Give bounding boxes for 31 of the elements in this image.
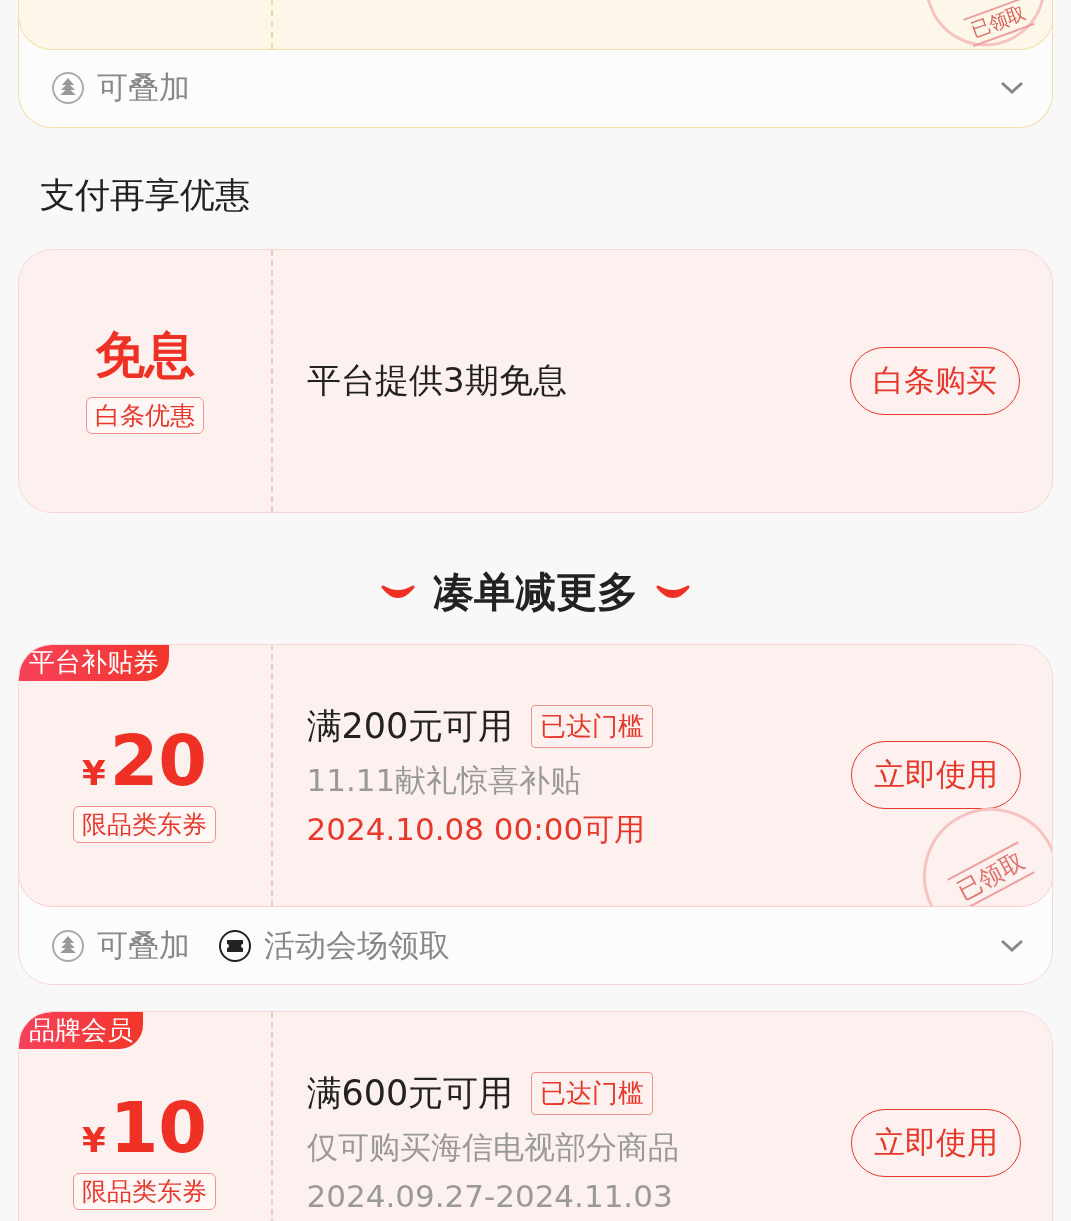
coupon-condition: 满200元可用 [306, 704, 514, 748]
stack-icon [51, 71, 85, 105]
section-title: 凑单减更多 [433, 566, 638, 618]
offer-description: 平台提供3期免息 [307, 358, 568, 402]
coupon-date: 2024.10.08 00:00可用 [306, 811, 647, 848]
coupon-condition: 满600元可用 [306, 1072, 514, 1116]
tag-label: 活动会场领取 [264, 925, 450, 965]
chevron-down-icon[interactable] [1000, 938, 1024, 953]
smile-icon [656, 584, 690, 600]
coupon-note: 11.11献礼惊喜补贴 [306, 760, 583, 800]
currency-symbol: ¥ [81, 1120, 106, 1160]
coupon-ribbon: 平台补贴券 [19, 644, 169, 681]
coupon-amount: 10 [109, 1093, 208, 1163]
coupon-note: 仅可购买海信电视部分商品 [306, 1128, 680, 1168]
threshold-badge: 已达门槛 [531, 704, 654, 748]
coupon-ribbon: 品牌会员 [19, 1012, 143, 1049]
coupon-type: 限品类东券 [73, 805, 216, 843]
coupon-amount: 20 [109, 725, 208, 796]
tag-label: 可叠加 [97, 68, 190, 107]
chevron-down-icon[interactable] [1000, 81, 1024, 95]
currency-symbol: ¥ [81, 752, 106, 793]
smile-icon [381, 584, 415, 600]
coupon-date: 2024.09.27-2024.11.03 [306, 1179, 674, 1215]
offer-badge: 白条优惠 [86, 396, 204, 434]
ticket-icon [218, 928, 252, 963]
tag-label: 可叠加 [97, 925, 190, 965]
section-title: 支付再享优惠 [40, 173, 251, 217]
offer-headline: 免息 [95, 327, 195, 383]
threshold-badge: 已达门槛 [531, 1072, 654, 1116]
coupon-type: 限品类东券 [73, 1173, 216, 1210]
stack-icon [51, 928, 85, 963]
